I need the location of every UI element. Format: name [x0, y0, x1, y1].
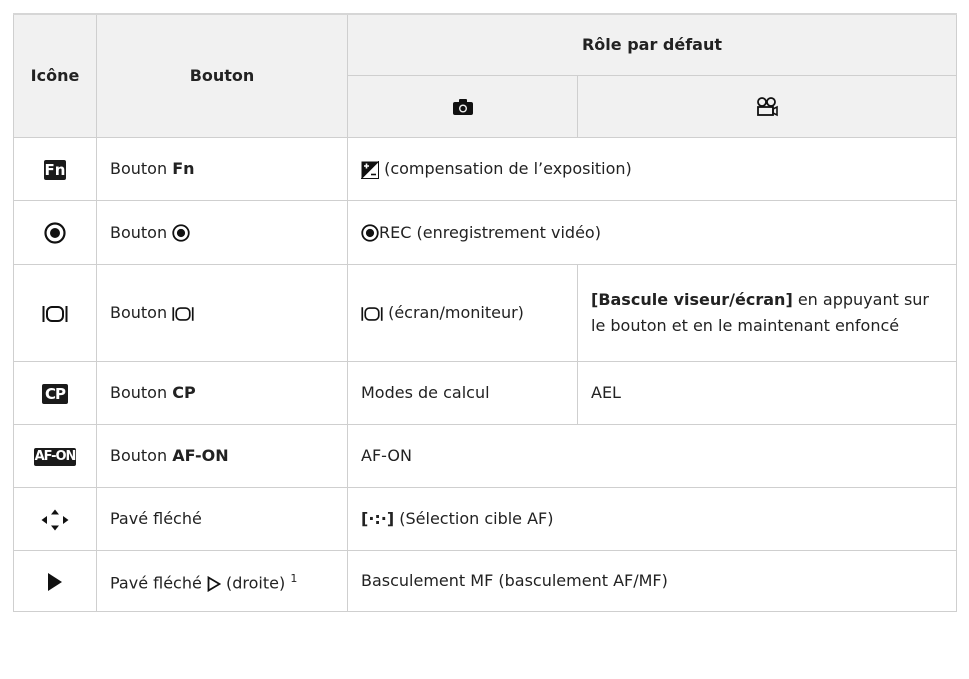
header-video-mode [577, 75, 957, 138]
button-cell: Bouton [96, 200, 348, 265]
icon-cell [13, 550, 97, 612]
button-label-bold: CP [172, 383, 196, 402]
table-row: Pavé fléché [·:·] (Sélection cible AF) [13, 487, 957, 551]
role-cell: [·:·] (Sélection cible AF) [347, 487, 957, 551]
button-label: Bouton [110, 222, 173, 242]
role-text: (compensation de l’exposition) [379, 159, 632, 178]
record-icon [172, 224, 190, 242]
table-row: AF-ON Bouton AF-ON AF-ON [13, 424, 957, 488]
role-cell: REC (enregistrement vidéo) [347, 200, 957, 265]
role-photo-cell: Modes de calcul [347, 361, 578, 425]
role-video-cell: [Bascule viseur/écran] en appuyant sur l… [577, 264, 957, 362]
button-label: Bouton [110, 303, 173, 322]
icon-cell: Fn [13, 137, 97, 201]
header-button: Bouton [96, 13, 348, 138]
button-cell: Bouton CP [96, 361, 348, 425]
triangle-right-icon [207, 575, 221, 592]
icon-cell [13, 487, 97, 551]
lv-button-icon [42, 305, 68, 322]
role-photo-text: (écran/moniteur) [383, 303, 524, 322]
role-cell: Basculement MF (basculement AF/MF) [347, 550, 957, 612]
af-on-button-icon: AF-ON [34, 447, 76, 466]
record-button-icon [44, 222, 66, 244]
button-cell: Bouton [96, 264, 348, 362]
header-default-role: Rôle par défaut [347, 13, 957, 76]
role-text: REC (enregistrement vidéo) [379, 222, 601, 242]
lv-icon [172, 306, 194, 321]
role-text: (Sélection cible AF) [394, 509, 554, 528]
arrow-pad-icon [41, 509, 69, 530]
footnote-marker: 1 [290, 571, 298, 585]
table-row: Bouton (écran/moniteur) [Bascule viseur/… [13, 264, 957, 362]
header-photo-mode [347, 75, 578, 138]
table-row: Pavé fléché (droite) 1 Basculement MF (b… [13, 550, 957, 612]
button-function-table: Icône Bouton Rôle par défaut Fn Bouton F… [13, 13, 957, 612]
lv-icon [361, 306, 383, 321]
icon-cell [13, 264, 97, 362]
button-cell: Bouton AF-ON [96, 424, 348, 488]
table-row: Bouton REC (enregistrement vidéo) [13, 200, 957, 265]
play-right-icon [48, 572, 62, 591]
button-label: Bouton [110, 446, 173, 465]
table-row: Fn Bouton Fn (compensation de l’expositi… [13, 137, 957, 201]
cp-button-icon: CP [42, 383, 68, 404]
record-icon [361, 224, 379, 242]
button-label: Pavé fléché [110, 573, 207, 593]
movie-camera-icon [757, 97, 778, 117]
button-cell: Pavé fléché [96, 487, 348, 551]
role-cell: (compensation de l’exposition) [347, 137, 957, 201]
fn-button-icon: Fn [44, 159, 66, 180]
role-video-bold: [Bascule viseur/écran] [591, 290, 793, 309]
button-cell: Pavé fléché (droite) 1 [96, 550, 348, 612]
header-icon: Icône [13, 13, 97, 138]
button-label: Bouton [110, 159, 173, 178]
button-label: Bouton [110, 383, 173, 402]
button-label-bold: Fn [172, 159, 195, 178]
icon-cell: AF-ON [13, 424, 97, 488]
exposure-compensation-icon [361, 160, 379, 179]
button-cell: Bouton Fn [96, 137, 348, 201]
role-photo-cell: (écran/moniteur) [347, 264, 578, 362]
icon-cell: CP [13, 361, 97, 425]
button-label-suffix: (droite) [220, 573, 291, 593]
af-target-icon: [·:·] [361, 509, 395, 528]
camera-icon [452, 99, 473, 115]
button-label-bold: AF-ON [172, 446, 229, 465]
role-video-cell: AEL [577, 361, 957, 425]
role-cell: AF-ON [347, 424, 957, 488]
icon-cell [13, 200, 97, 265]
table-row: CP Bouton CP Modes de calcul AEL [13, 361, 957, 425]
